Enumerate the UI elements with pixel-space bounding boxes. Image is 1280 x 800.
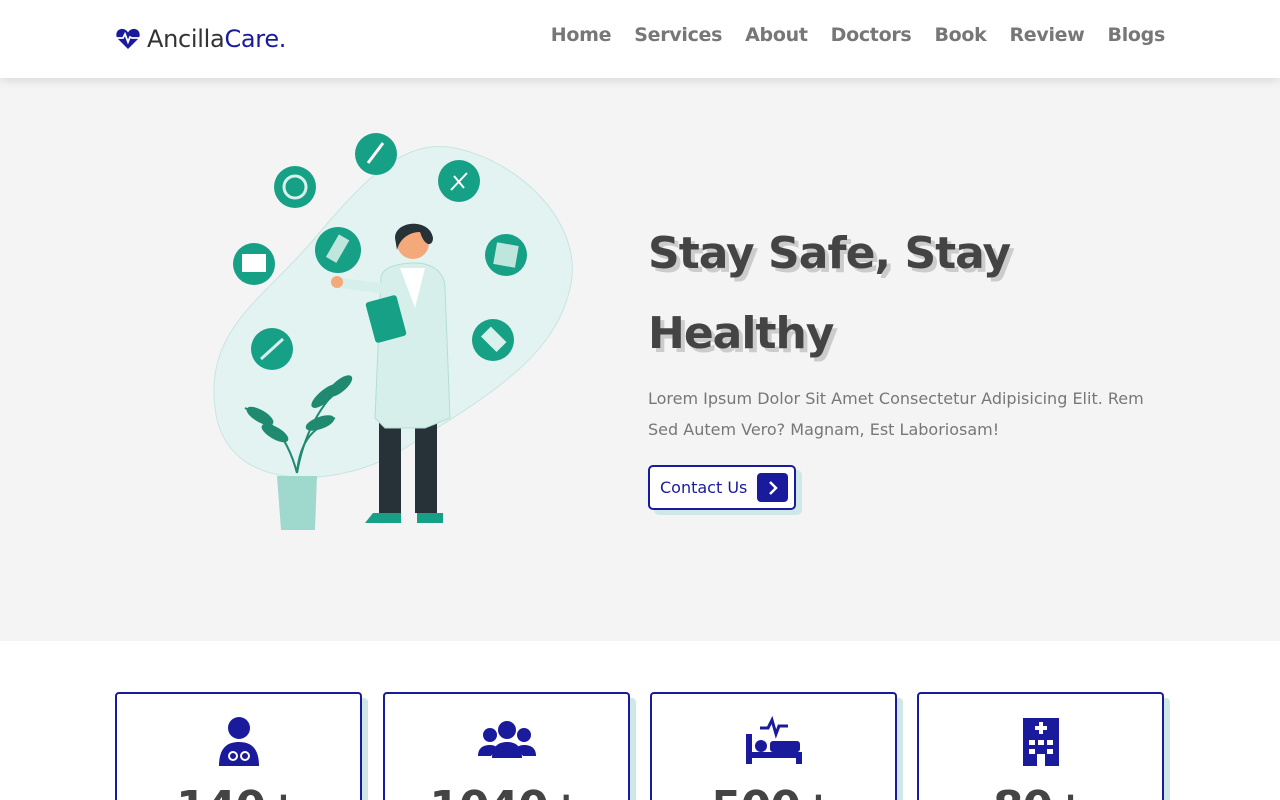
hero-title: Stay Safe, Stay Healthy	[648, 228, 1011, 359]
user-doctor-icon	[218, 717, 259, 766]
stat-value: 80+	[919, 782, 1162, 800]
contact-us-label: Contact Us	[660, 478, 748, 497]
procedures-bed-icon	[745, 716, 802, 764]
stat-card-users: 1040+	[383, 692, 630, 800]
hero-section: Stay Safe, Stay Healthy Lorem Ipsum Dolo…	[0, 78, 1280, 641]
users-icon	[477, 721, 536, 758]
nav-review[interactable]: Review	[1009, 24, 1084, 46]
brand-name: AncillaCare.	[147, 25, 287, 53]
main-nav: Home Services About Doctors Book Review …	[551, 24, 1166, 46]
hero-description: Lorem Ipsum Dolor Sit Amet Consectetur A…	[648, 389, 1144, 439]
nav-home[interactable]: Home	[551, 24, 612, 46]
stat-value: 1040+	[385, 782, 628, 800]
stat-card-hospitals: 80+	[917, 692, 1164, 800]
nav-services[interactable]: Services	[634, 24, 722, 46]
stat-value: 500+	[652, 782, 895, 800]
nav-blogs[interactable]: Blogs	[1108, 24, 1166, 46]
header: AncillaCare. Home Services About Doctors…	[0, 0, 1280, 78]
stat-value: 140+	[117, 782, 360, 800]
chevron-right-icon	[757, 473, 789, 502]
nav-book[interactable]: Book	[934, 24, 986, 46]
contact-us-button[interactable]: Contact Us	[648, 465, 797, 510]
nav-about[interactable]: About	[745, 24, 808, 46]
heart-pulse-icon	[116, 28, 140, 49]
stat-card-doctors: 140+	[115, 692, 362, 800]
hospital-icon	[1022, 718, 1059, 766]
nav-doctors[interactable]: Doctors	[831, 24, 912, 46]
stat-card-beds: 500+	[650, 692, 897, 800]
brand-logo[interactable]: AncillaCare.	[115, 22, 286, 56]
doctor-illustration	[213, 133, 573, 530]
